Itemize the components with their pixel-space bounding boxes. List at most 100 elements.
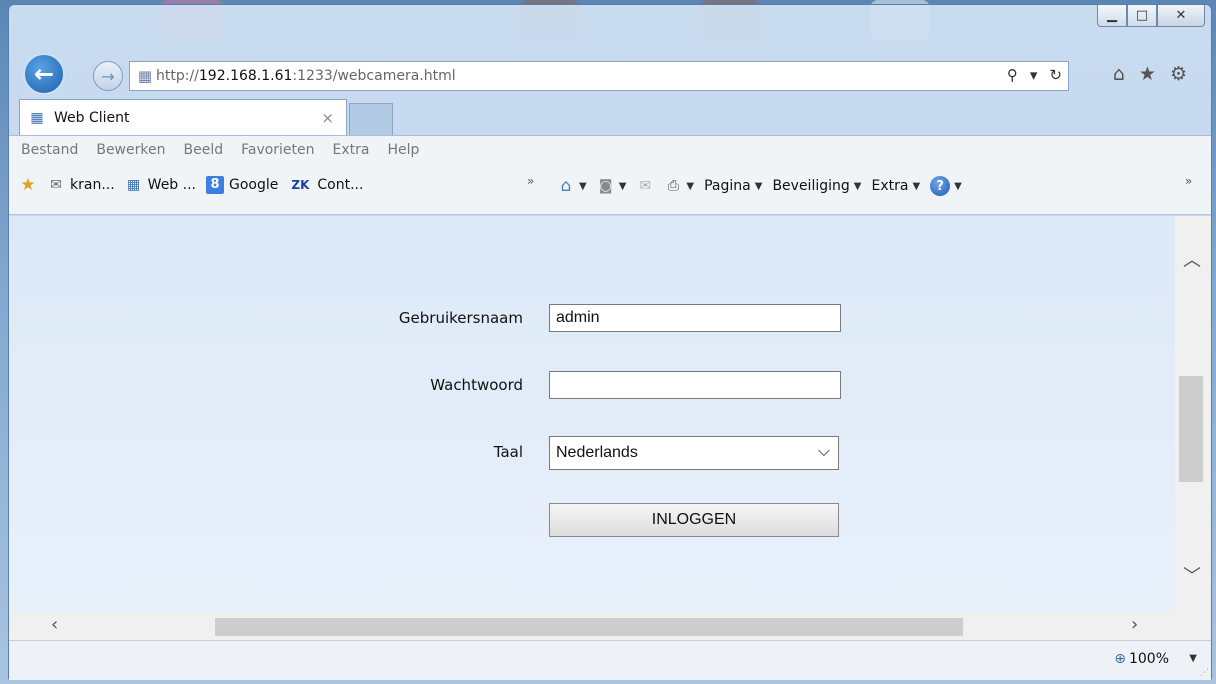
arrow-left-icon: ←: [33, 60, 55, 88]
back-button[interactable]: ←: [23, 53, 65, 95]
extra-menu[interactable]: Extra ▼: [871, 178, 920, 194]
menu-bar: Bestand Bewerken Beeld Favorieten Extra …: [21, 142, 419, 158]
zk-icon: ZK: [291, 178, 310, 192]
zoom-icon: ⊕: [1114, 651, 1126, 667]
favorite-link[interactable]: 8 Google: [206, 176, 278, 194]
help-button[interactable]: ? ▼: [930, 176, 962, 196]
username-row: Gebruikersnaam: [9, 304, 1175, 334]
page-menu-label: Pagina: [704, 178, 751, 194]
zoom-control[interactable]: ⊕ 100%: [1114, 651, 1169, 667]
chevron-down-icon: ▼: [912, 180, 921, 192]
toolbar-area: Bestand Bewerken Beeld Favorieten Extra …: [9, 135, 1211, 215]
security-menu[interactable]: Beveiliging ▼: [772, 178, 861, 194]
page-content: Gebruikersnaam Wachtwoord Taal Nederland…: [9, 216, 1175, 612]
print-button[interactable]: ⎙ ▼: [664, 177, 694, 195]
close-button[interactable]: ✕: [1157, 5, 1205, 27]
mail-button[interactable]: ✉: [636, 177, 654, 195]
home-button[interactable]: ⌂ ▼: [557, 177, 587, 195]
url-text[interactable]: http://192.168.1.61:1233/webcamera.html: [156, 68, 456, 84]
tab-close-icon[interactable]: ×: [321, 109, 334, 127]
zoom-level: 100%: [1128, 651, 1169, 667]
feeds-button[interactable]: ◙ ▼: [597, 177, 627, 195]
menu-item-bestand[interactable]: Bestand: [21, 142, 78, 158]
gear-icon[interactable]: ⚙: [1170, 63, 1187, 85]
horizontal-scrollbar[interactable]: ‹ ›: [9, 612, 1175, 640]
scroll-down-icon[interactable]: ﹀: [1183, 562, 1201, 588]
browser-window: ▁ □ ✕ ← → ▦ http://192.168.1.61:1233/web…: [8, 4, 1212, 680]
printer-icon: ⎙: [667, 178, 679, 194]
menu-item-beeld[interactable]: Beeld: [183, 142, 223, 158]
web-slice-icon: ✉: [50, 177, 62, 193]
address-bar[interactable]: ▦ http://192.168.1.61:1233/webcamera.htm…: [129, 61, 1069, 91]
scroll-right-icon[interactable]: ›: [1131, 614, 1138, 635]
favorites-star-icon[interactable]: ★: [1139, 63, 1156, 85]
page-menu[interactable]: Pagina ▼: [704, 178, 762, 194]
horizontal-scroll-thumb[interactable]: [215, 618, 963, 636]
extra-menu-label: Extra: [871, 178, 909, 194]
password-label: Wachtwoord: [430, 376, 523, 394]
scroll-left-icon[interactable]: ‹: [51, 614, 58, 635]
favorite-link[interactable]: ZK Cont...: [288, 176, 363, 194]
menu-item-favorieten[interactable]: Favorieten: [241, 142, 314, 158]
new-tab-button[interactable]: [349, 103, 393, 135]
password-row: Wachtwoord: [9, 371, 1175, 401]
address-tools: ⚲ ▾ ↻: [1007, 66, 1062, 84]
url-prefix: http://: [156, 68, 199, 84]
login-button[interactable]: INLOGGEN: [549, 503, 839, 537]
mail-icon: ✉: [639, 178, 652, 194]
menu-item-bewerken[interactable]: Bewerken: [96, 142, 165, 158]
chevron-down-icon: ▼: [686, 180, 695, 192]
chevron-down-icon: ▼: [618, 180, 627, 192]
forward-button[interactable]: →: [93, 61, 123, 91]
rss-icon: ◙: [598, 178, 613, 194]
username-label: Gebruikersnaam: [398, 309, 523, 327]
help-icon: ?: [930, 176, 951, 196]
browser-right-icons: ⌂ ★ ⚙: [1113, 63, 1187, 85]
tab-row: ▦ Web Client ×: [9, 99, 1211, 135]
chevron-down-icon: ▼: [579, 180, 587, 192]
url-path: :1233/webcamera.html: [292, 68, 456, 84]
language-row: Taal Nederlands ⌵: [9, 436, 1175, 470]
favorite-label: Google: [229, 177, 279, 193]
status-bar: ⊕ 100% ▼ ⋰: [9, 640, 1211, 680]
window-controls: ▁ □ ✕: [1097, 5, 1205, 27]
command-more-icon[interactable]: »: [1185, 174, 1192, 188]
password-input[interactable]: [549, 371, 841, 399]
language-select[interactable]: Nederlands ⌵: [549, 436, 839, 470]
site-favicon-icon: ▦: [30, 109, 44, 126]
address-dropdown-icon[interactable]: ▾: [1030, 66, 1038, 84]
navigation-row: ← → ▦ http://192.168.1.61:1233/webcamera…: [9, 49, 1211, 97]
submit-row: INLOGGEN: [9, 503, 1175, 537]
security-menu-label: Beveiliging: [772, 178, 850, 194]
favorite-link[interactable]: ✉ kran...: [47, 176, 115, 194]
home-icon[interactable]: ⌂: [1113, 63, 1125, 85]
vertical-scroll-thumb[interactable]: [1179, 376, 1203, 482]
tab-web-client[interactable]: ▦ Web Client ×: [19, 99, 347, 135]
chevron-down-icon: ▼: [853, 180, 862, 192]
tab-title: Web Client: [54, 109, 130, 126]
chevron-down-icon: ▼: [754, 180, 763, 192]
search-icon[interactable]: ⚲: [1007, 66, 1018, 84]
arrow-right-icon: →: [101, 66, 115, 86]
url-host: 192.168.1.61: [198, 68, 293, 84]
command-bar: ⌂ ▼ ◙ ▼ ✉ ⎙ ▼ Pagina ▼ Beveiliging ▼ Extra ▼ ?…: [557, 176, 962, 196]
refresh-icon[interactable]: ↻: [1049, 66, 1062, 84]
scroll-up-icon[interactable]: ︿: [1183, 246, 1201, 272]
chevron-down-icon[interactable]: ▼: [1189, 653, 1197, 664]
username-input[interactable]: [549, 304, 841, 332]
favorites-add-icon[interactable]: ★: [19, 176, 37, 194]
favorite-label: Web ...: [147, 177, 196, 193]
vertical-scrollbar[interactable]: ︿ ﹀: [1175, 216, 1211, 612]
favorite-link[interactable]: ▦ Web ...: [125, 176, 196, 194]
home-icon: ⌂: [560, 176, 572, 196]
language-label: Taal: [493, 443, 523, 461]
maximize-button[interactable]: □: [1127, 5, 1157, 27]
menu-item-help[interactable]: Help: [388, 142, 420, 158]
favorites-bar: ★ ✉ kran... ▦ Web ... 8 Google ZK Cont..…: [19, 176, 363, 194]
menu-item-extra[interactable]: Extra: [333, 142, 370, 158]
scrollbar-corner: [1175, 612, 1211, 640]
language-selected-value: Nederlands: [556, 444, 638, 461]
favorites-more-icon[interactable]: »: [527, 174, 534, 188]
resize-grip-icon[interactable]: ⋰: [1200, 668, 1209, 678]
minimize-button[interactable]: ▁: [1097, 5, 1127, 27]
